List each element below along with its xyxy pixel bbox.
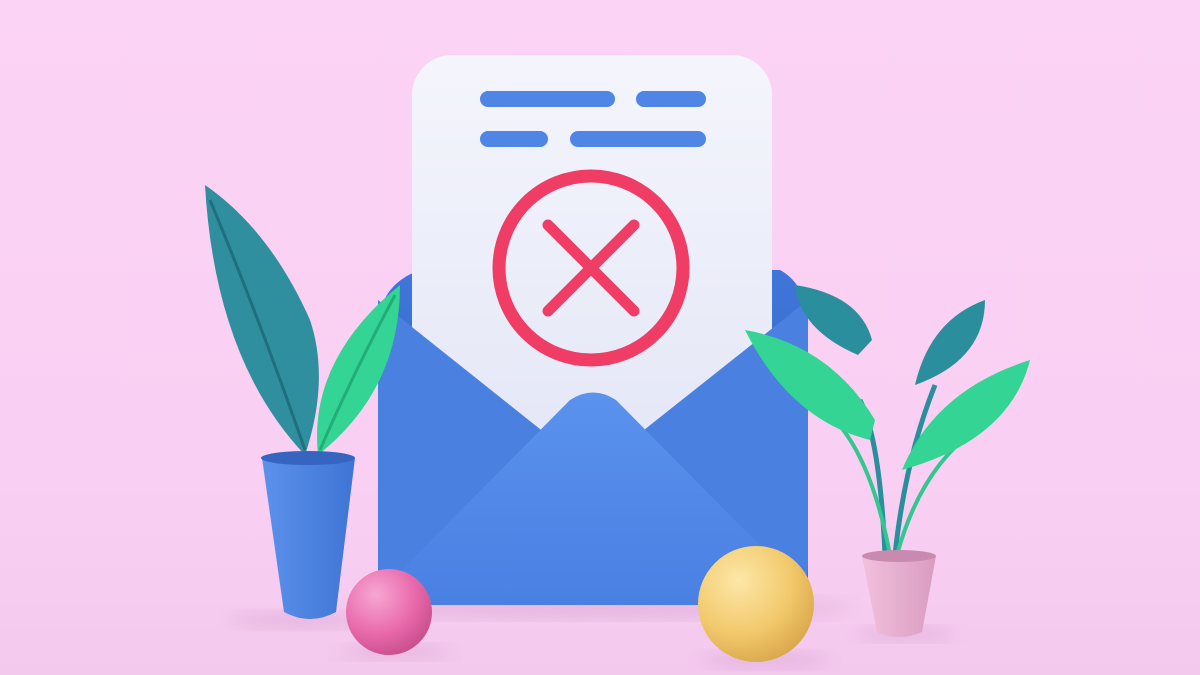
floor-shadows	[230, 598, 955, 668]
left-plant-pot	[262, 458, 355, 619]
envelope-icon	[378, 55, 808, 605]
illustration-scene	[205, 55, 1030, 668]
yellow-sphere	[698, 546, 814, 662]
right-plant-pot	[862, 556, 936, 637]
potted-plant-icon	[205, 185, 400, 619]
right-plant-leaf-teal-2	[915, 300, 985, 385]
pink-sphere	[346, 569, 432, 655]
